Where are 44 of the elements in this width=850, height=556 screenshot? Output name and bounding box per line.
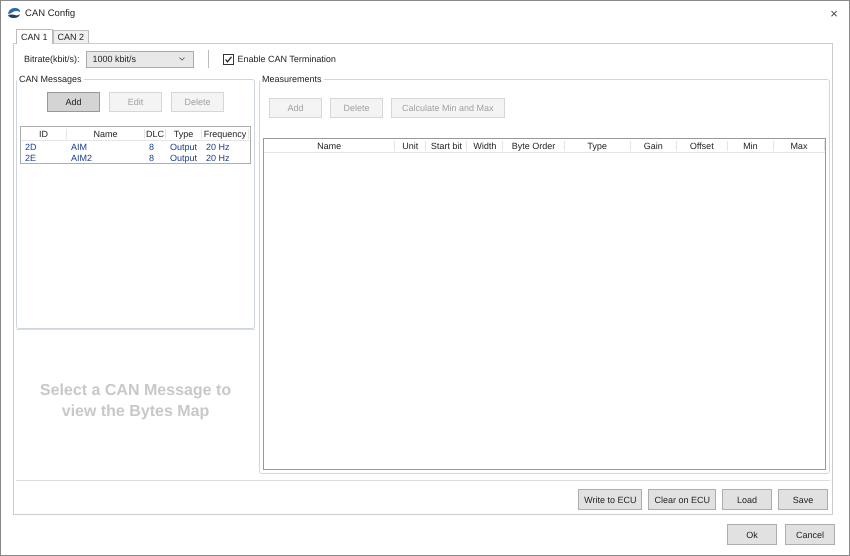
column-header[interactable]: Frequency bbox=[202, 128, 249, 138]
table-cell-text: 8 bbox=[148, 142, 156, 152]
window-title: CAN Config bbox=[25, 8, 76, 18]
column-header[interactable]: Type bbox=[564, 140, 631, 150]
column-header[interactable]: Unit bbox=[395, 140, 426, 150]
dialog-button[interactable]: Cancel bbox=[785, 524, 835, 545]
close-button[interactable]: × bbox=[819, 2, 849, 24]
tab[interactable]: CAN 1 bbox=[16, 29, 53, 44]
termination-label: Enable CAN Termination bbox=[238, 54, 336, 64]
column-header[interactable]: Byte Order bbox=[503, 140, 565, 150]
bitrate-label: Bitrate(kbit/s): bbox=[24, 54, 80, 64]
column-header[interactable]: Type bbox=[166, 128, 202, 138]
column-header[interactable]: Width bbox=[467, 140, 504, 150]
column-header[interactable]: Min bbox=[728, 140, 774, 150]
action-button[interactable]: Write to ECU bbox=[578, 489, 642, 510]
column-header[interactable]: Name bbox=[264, 140, 396, 150]
column-header[interactable]: Offset bbox=[676, 140, 728, 150]
table-cell-text: 8 bbox=[148, 152, 156, 162]
chevron-down-icon bbox=[178, 57, 185, 61]
table-cell-text: Output bbox=[169, 152, 198, 162]
app-logo-icon bbox=[7, 7, 21, 19]
table-cell-text: 2D bbox=[24, 142, 38, 152]
table-cell-text: Output bbox=[169, 142, 198, 152]
dialog-button[interactable]: Ok bbox=[727, 524, 777, 545]
table-cell-text: 20 Hz bbox=[205, 142, 231, 152]
action-button[interactable]: Clear on ECU bbox=[648, 489, 716, 510]
termination-checkbox[interactable] bbox=[222, 54, 234, 64]
column-header[interactable]: Name bbox=[67, 128, 145, 138]
table-cell-text: 2E bbox=[24, 152, 38, 162]
message-button[interactable]: Add bbox=[47, 92, 100, 112]
column-header[interactable]: Gain bbox=[630, 140, 677, 150]
table-cell-text: AIM bbox=[70, 142, 88, 152]
table-cell-text: AIM2 bbox=[70, 152, 94, 162]
tab[interactable]: CAN 2 bbox=[52, 30, 90, 43]
bitrate-dropdown[interactable]: 1000 kbit/s bbox=[86, 50, 194, 68]
action-button[interactable]: Load bbox=[722, 489, 772, 510]
table-cell-text: 20 Hz bbox=[205, 152, 231, 162]
group-title: CAN Messages bbox=[18, 74, 83, 84]
action-button[interactable]: Save bbox=[778, 489, 828, 510]
column-header[interactable]: Max bbox=[774, 140, 825, 150]
group-title: Measurements bbox=[261, 74, 323, 84]
column-header[interactable]: Start bit bbox=[426, 140, 468, 150]
column-header[interactable]: DLC bbox=[145, 128, 166, 138]
column-header[interactable]: ID bbox=[21, 128, 67, 138]
